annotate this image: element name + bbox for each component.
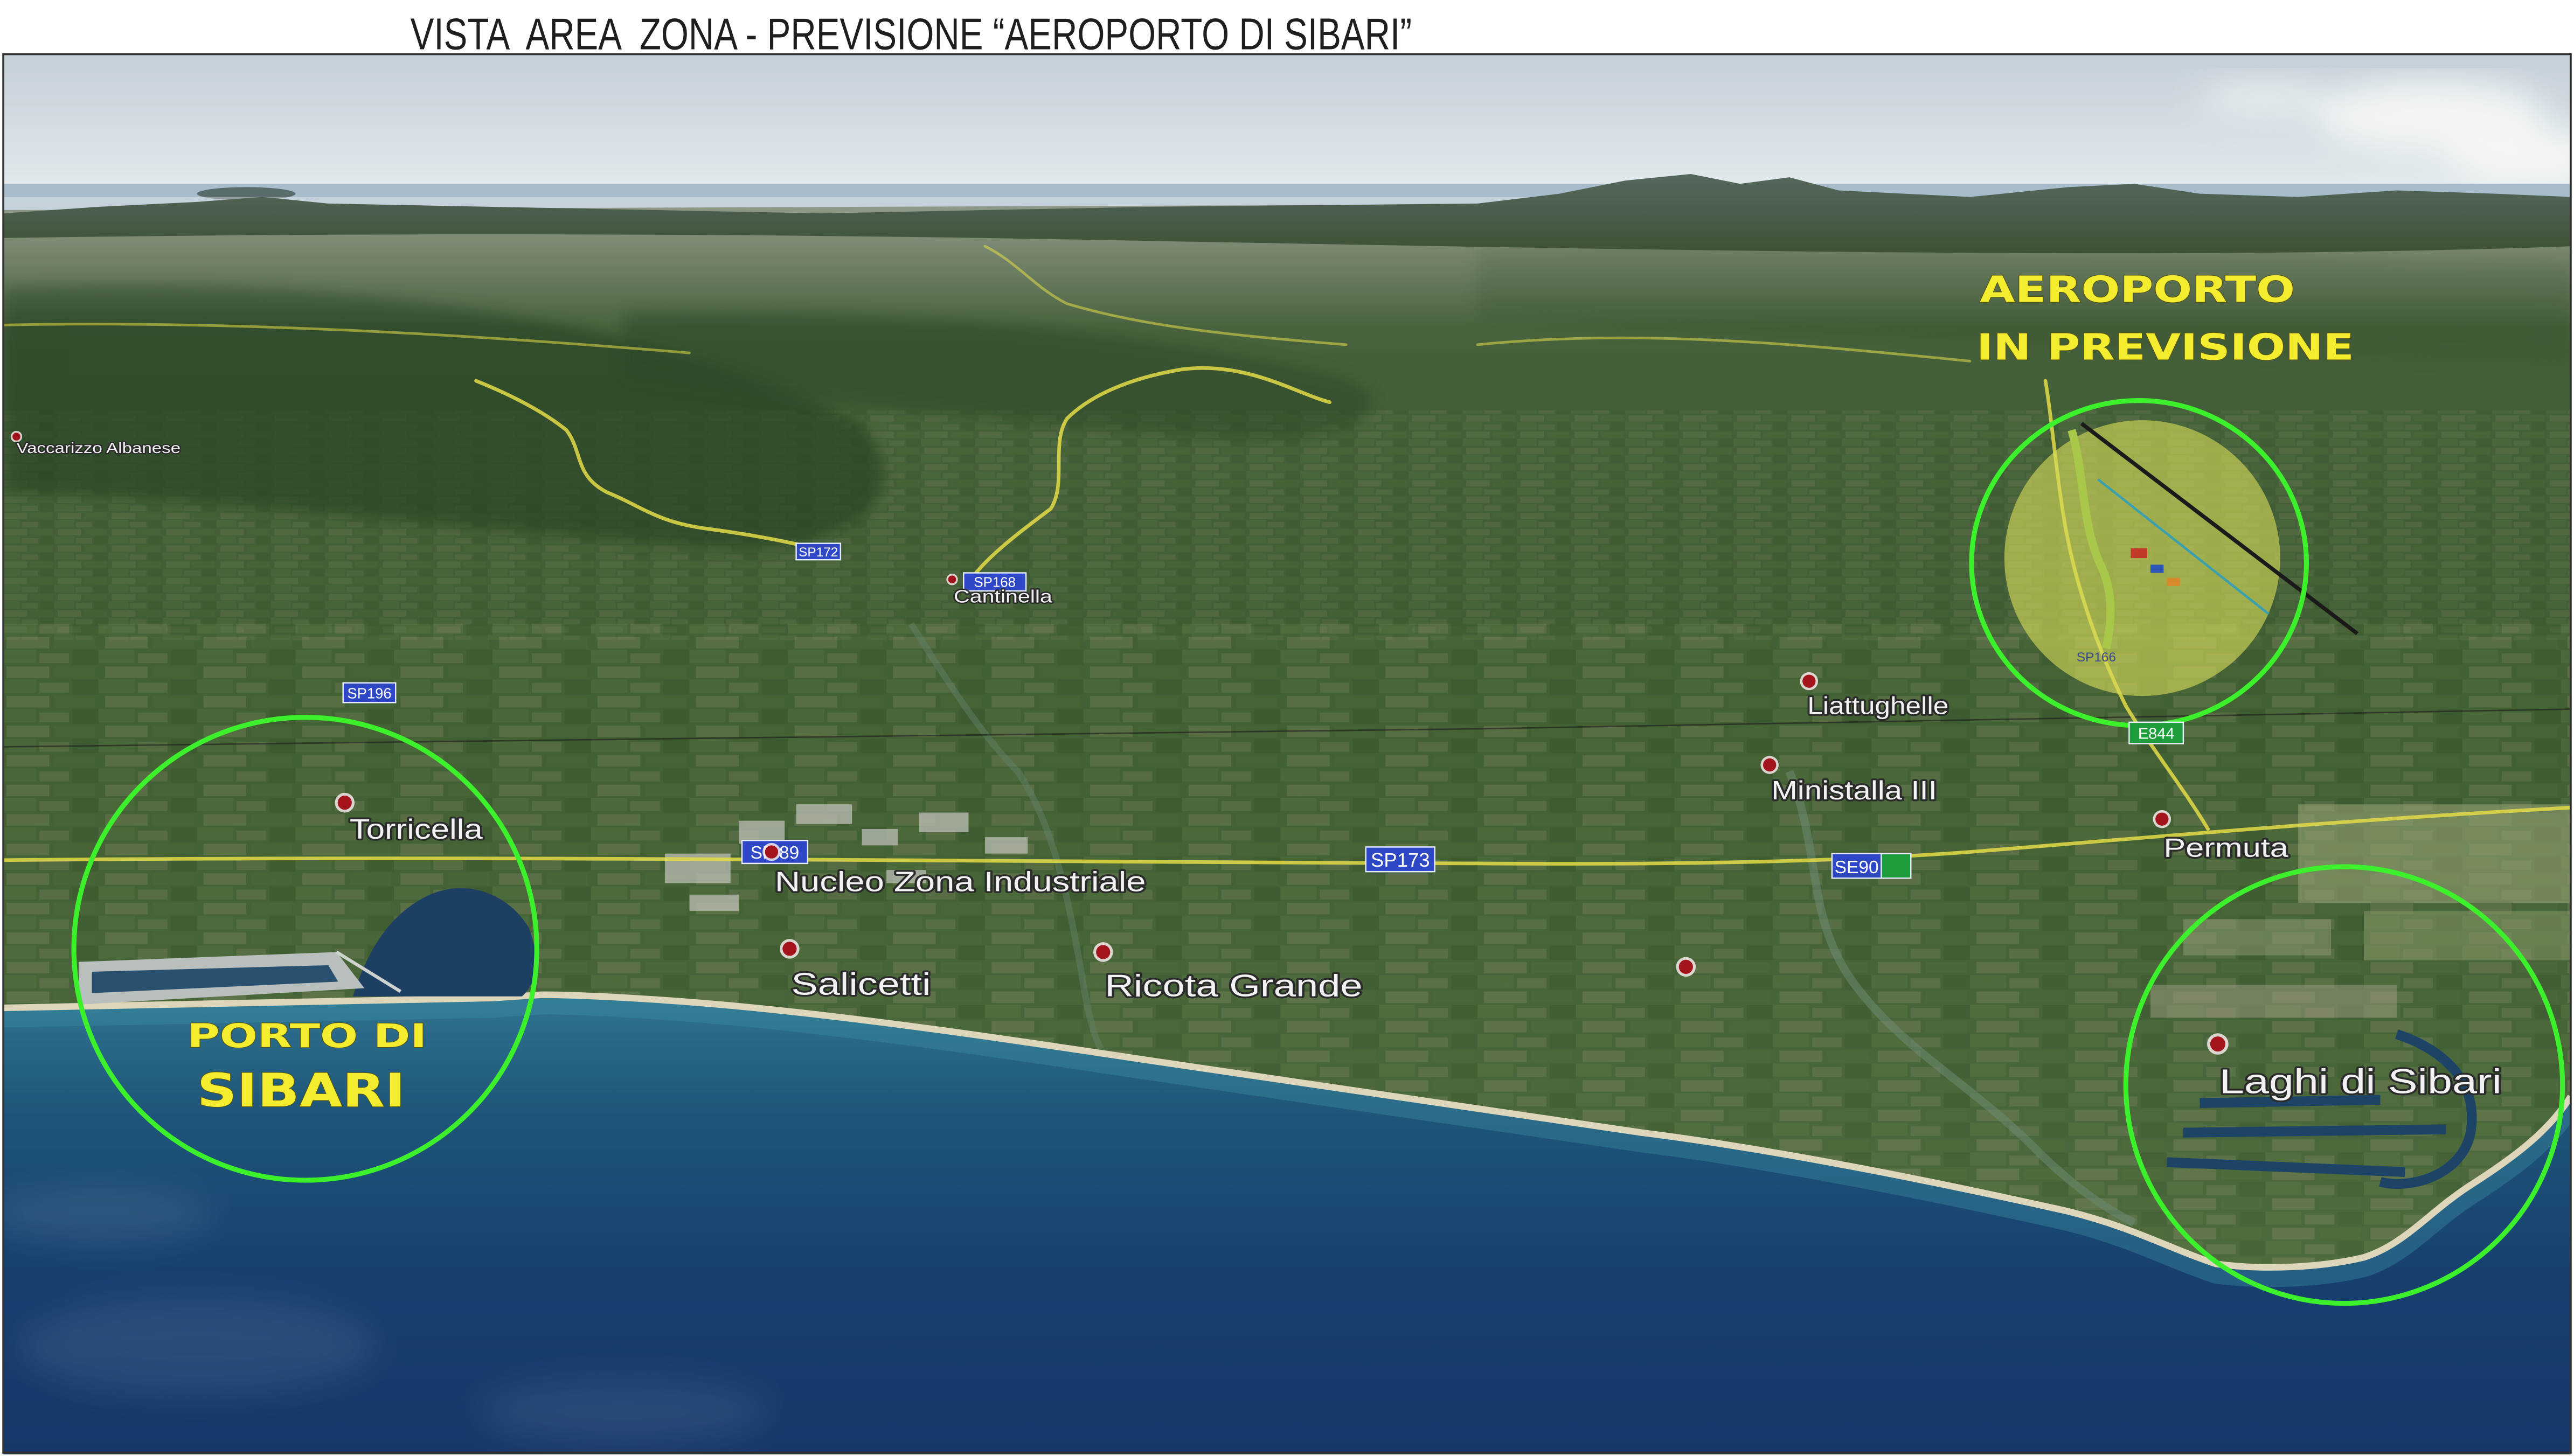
place-label-cantinella: Cantinella [954,587,1052,607]
annotation-airport-line1: AEROPORTO [1980,269,2295,311]
place-label-ministalla-iii: Ministalla III [1771,776,1937,805]
road-shield-label: SP172 [799,545,838,560]
place-label-laghi-di-sibari: Laghi di Sibari [2219,1062,2502,1101]
place-marker-icon [2207,1033,2229,1055]
place-marker-icon [1093,942,1113,962]
place-marker-icon [1760,756,1779,774]
annotation-port-line2: SIBARI [197,1064,406,1118]
place-marker-icon [762,842,781,861]
road-shield-sp172: SP172 [795,542,842,561]
road-shield-sp173: SP173 [1365,846,1435,873]
place-marker-icon [1676,957,1696,977]
road-label-sp166: SP166 [2077,650,2116,665]
road-shield-label: SP173 [1371,849,1430,871]
annotation-port-line1: PORTO DI [187,1017,427,1055]
place-marker-icon [335,792,355,813]
page-title: VISTA AREA ZONA - PREVISIONE “AEROPORTO … [411,10,1412,59]
place-marker-icon [2153,810,2171,828]
road-shield-se90: SE90 [1831,853,1882,879]
road-shield-label: E844 [2138,725,2175,742]
place-label-vaccarizzo-albanese: Vaccarizzo Albanese [16,440,181,456]
place-label-nucleo-zona-industriale: Nucleo Zona Industriale [775,866,1146,897]
place-marker-icon [780,939,800,959]
place-label-torricella: Torricella [350,813,483,845]
annotation-airport-line2: IN PREVISIONE [1976,326,2354,368]
place-label-ricota-grande: Ricota Grande [1105,969,1362,1004]
road-shield-sp196: SP196 [342,682,397,703]
road-shield-e844: E844 [2128,721,2184,744]
place-label-permuta: Permuta [2163,834,2289,863]
place-marker-icon [1800,672,1819,691]
road-shield-label: SE90 [1835,858,1879,877]
place-label-salicetti: Salicetti [791,967,931,1002]
map-view: VISTA AREA ZONA - PREVISIONE “AEROPORTO … [2,10,2572,1454]
planned-terminal [2131,548,2147,559]
place-label-liattughelle: Liattughelle [1807,692,1948,720]
place-marker-icon [946,574,958,586]
satellite-view: SP172 SP168 SP196 SP 89 SP173 SE90 E844 [3,54,2571,1454]
road-shield-label: SP196 [347,685,391,702]
